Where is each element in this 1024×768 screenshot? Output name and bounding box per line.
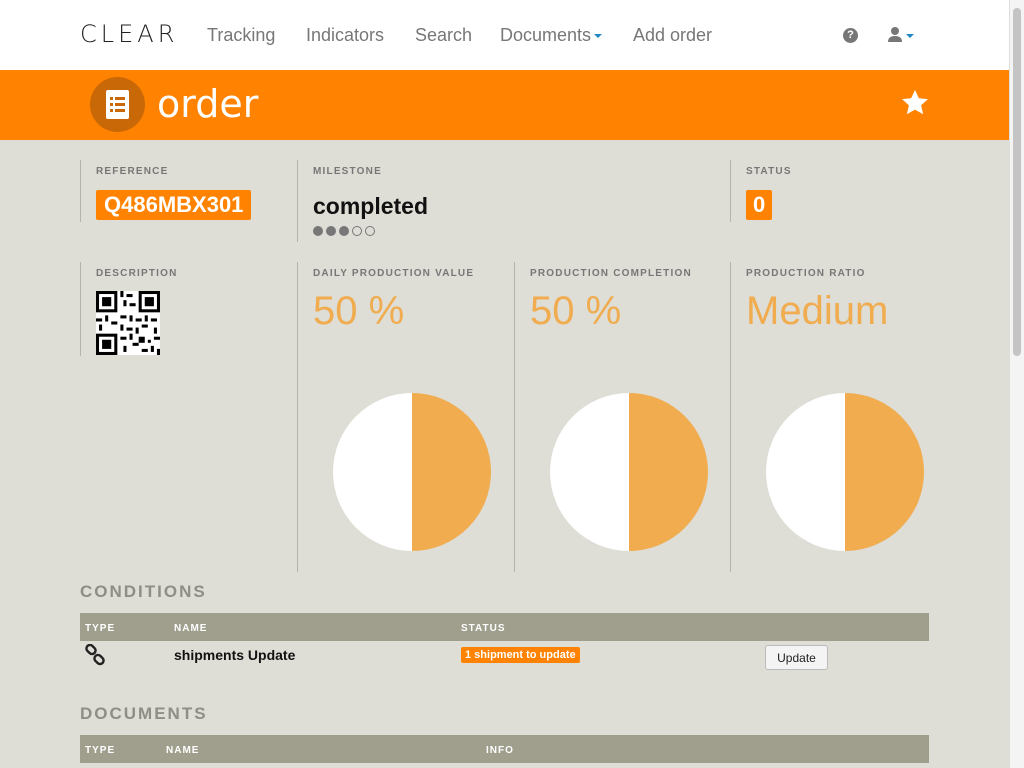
nav-search[interactable]: Search: [415, 25, 472, 46]
reference-badge: Q486MBX301: [96, 190, 252, 220]
milestone-progress: [313, 226, 730, 236]
pie-slice-1: [550, 393, 629, 551]
document-list-icon: [90, 77, 145, 132]
condition-name: shipments Update: [174, 647, 296, 663]
production-completion-label: PRODUCTION COMPLETION: [530, 268, 692, 279]
user-menu-button[interactable]: [887, 26, 915, 46]
milestone-step-done: [313, 226, 323, 236]
qr-code-icon: [96, 291, 160, 355]
status-badge: 0: [746, 190, 773, 220]
milestone-step-pending: [365, 226, 375, 236]
production-ratio-label: PRODUCTION RATIO: [746, 268, 866, 279]
milestone-panel: MILESTONE completed: [297, 160, 730, 242]
milestone-step-done: [339, 226, 349, 236]
pie-slice-1: [333, 393, 412, 551]
pie-slice-0: [845, 393, 924, 551]
milestone-value: completed: [313, 193, 429, 219]
daily-production-pie-chart: [333, 393, 491, 551]
user-icon: [888, 27, 914, 42]
conditions-table-header: TYPE NAME STATUS: [80, 613, 929, 641]
link-icon: [85, 644, 105, 666]
column-header-status: STATUS: [461, 623, 506, 634]
reference-panel: REFERENCE Q486MBX301: [80, 160, 297, 222]
top-navbar: CLEAR Tracking Indicators Search Documen…: [0, 0, 1009, 70]
production-ratio-value: Medium: [746, 289, 889, 333]
daily-production-label: DAILY PRODUCTION VALUE: [313, 268, 475, 279]
production-completion-value: 50 %: [530, 289, 622, 333]
milestone-step-done: [326, 226, 336, 236]
documents-table-header: TYPE NAME INFO: [80, 735, 929, 763]
column-header-name: NAME: [166, 745, 200, 756]
column-header-info: INFO: [486, 745, 514, 756]
nav-add-order[interactable]: Add order: [633, 25, 712, 46]
scrollbar-thumb[interactable]: [1013, 8, 1021, 356]
description-panel: DESCRIPTION: [80, 262, 297, 356]
column-header-type: TYPE: [85, 745, 116, 756]
nav-documents-label: Documents: [500, 25, 592, 45]
pie-slice-0: [629, 393, 708, 551]
condition-status-badge: 1 shipment to update: [461, 647, 580, 663]
page-title: order: [157, 82, 259, 126]
column-header-type: TYPE: [85, 623, 116, 634]
nav-tracking[interactable]: Tracking: [207, 25, 275, 46]
status-panel: STATUS 0: [730, 160, 930, 222]
production-completion-pie-chart: [550, 393, 708, 551]
milestone-label: MILESTONE: [313, 166, 382, 177]
description-label: DESCRIPTION: [96, 268, 178, 279]
update-button[interactable]: Update: [765, 645, 828, 670]
reference-label: REFERENCE: [96, 166, 169, 177]
conditions-section-title: CONDITIONS: [80, 582, 207, 601]
documents-section-title: DOCUMENTS: [80, 704, 208, 723]
page-header: order: [0, 70, 1009, 140]
status-label: STATUS: [746, 166, 792, 177]
question-circle-icon[interactable]: ?: [843, 28, 858, 43]
brand-logo[interactable]: CLEAR: [80, 20, 178, 48]
milestone-step-pending: [352, 226, 362, 236]
pie-slice-0: [412, 393, 491, 551]
nav-documents-dropdown[interactable]: Documents: [500, 25, 603, 46]
pie-slice-1: [766, 393, 845, 551]
production-ratio-pie-chart: [766, 393, 924, 551]
star-icon[interactable]: [900, 88, 930, 118]
column-header-name: NAME: [174, 623, 208, 634]
chevron-down-icon: [594, 34, 603, 39]
daily-production-value: 50 %: [313, 289, 405, 333]
nav-indicators[interactable]: Indicators: [306, 25, 384, 46]
